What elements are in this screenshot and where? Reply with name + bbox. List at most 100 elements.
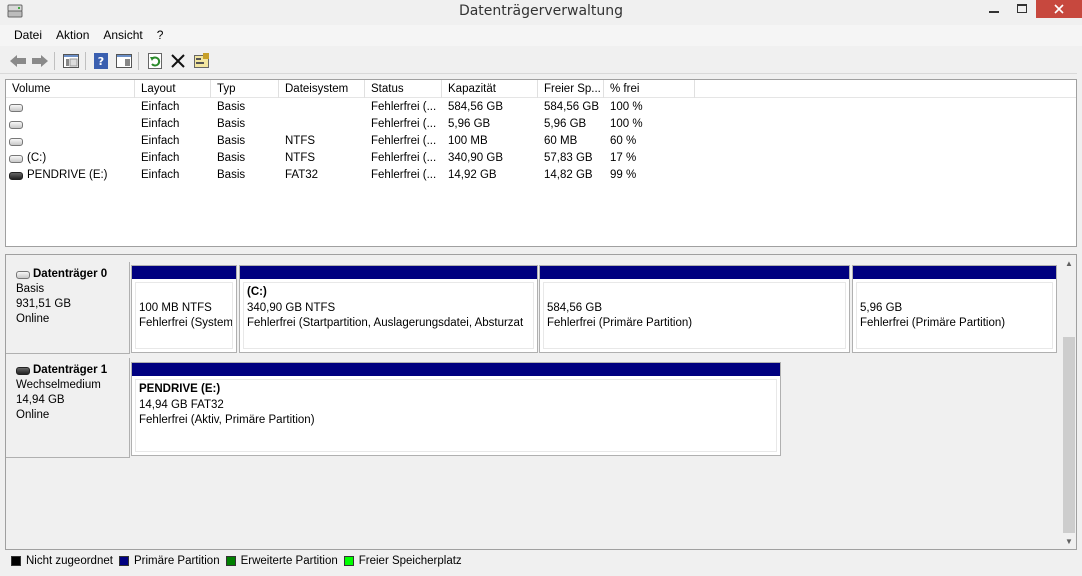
settings-icon (194, 53, 209, 68)
table-row[interactable]: Einfach Basis Fehlerfrei (... 5,96 GB 5,… (6, 116, 1076, 133)
prozent-frei-cell: 100 % (610, 118, 643, 130)
minimize-button[interactable] (980, 0, 1008, 18)
forward-arrow-icon (32, 55, 48, 67)
column-header-kapazitaet[interactable]: Kapazität (442, 80, 538, 98)
disk-state: Online (16, 409, 50, 421)
show-hide-icon (116, 54, 132, 68)
freier-speicher-cell: 14,82 GB (544, 169, 593, 181)
primary-partition-band (132, 266, 236, 279)
legend-swatch (343, 556, 354, 566)
partition-size: 5,96 GB (860, 301, 903, 314)
column-header-layout[interactable]: Layout (135, 80, 211, 98)
typ-cell: Basis (217, 152, 246, 164)
help-icon: ? (94, 53, 108, 69)
kapazitaet-cell: 14,92 GB (448, 169, 497, 181)
menu-datei[interactable]: Datei (7, 25, 49, 46)
partition-size: 584,56 GB (547, 301, 602, 314)
disk-info-1[interactable]: Datenträger 1 Wechselmedium 14,94 GB Onl… (6, 358, 130, 458)
dateisystem-cell: FAT32 (285, 169, 319, 181)
back-button[interactable] (8, 51, 28, 71)
menu-ansicht[interactable]: Ansicht (96, 25, 149, 46)
primary-partition-band (132, 363, 780, 376)
close-button[interactable] (1036, 0, 1082, 18)
close-icon (1054, 4, 1064, 14)
title-bar: Datenträgerverwaltung (0, 0, 1082, 24)
partition-size: 100 MB NTFS (139, 301, 212, 314)
disk-state: Online (16, 313, 50, 325)
partition-name (547, 285, 842, 301)
scrollbar-thumb[interactable] (1063, 337, 1075, 533)
partition-584gb[interactable]: 584,56 GB Fehlerfrei (Primäre Partition) (539, 265, 850, 353)
status-cell: Fehlerfrei (... (371, 101, 437, 113)
table-row[interactable]: (C:) Einfach Basis NTFS Fehlerfrei (... … (6, 150, 1076, 167)
freier-speicher-cell: 5,96 GB (544, 118, 587, 130)
partition-name: (C:) (247, 286, 267, 298)
disk-graphical-view: Datenträger 0 Basis 931,51 GB Online 100… (5, 254, 1077, 550)
table-row[interactable]: Einfach Basis Fehlerfrei (... 584,56 GB … (6, 99, 1076, 116)
column-header-freier-speicher[interactable]: Freier Sp... (538, 80, 604, 98)
dateisystem-cell: NTFS (285, 152, 316, 164)
legend-item: Primäre Partition (118, 555, 220, 567)
partition-name (139, 285, 229, 301)
volume-list-header: Volume Layout Typ Dateisystem Status Kap… (6, 80, 1076, 98)
hard-disk-icon (16, 270, 30, 279)
menu-bar: Datei Aktion Ansicht ? (0, 25, 1082, 46)
refresh-button[interactable] (145, 51, 165, 71)
typ-cell: Basis (217, 101, 246, 113)
volume-name: (C:) (27, 152, 47, 164)
dateisystem-cell: NTFS (285, 135, 316, 147)
partition-pendrive[interactable]: PENDRIVE (E:) 14,94 GB FAT32 Fehlerfrei … (131, 362, 781, 456)
maximize-button[interactable] (1008, 0, 1036, 18)
hard-disk-icon (9, 154, 23, 163)
partition-status: Fehlerfrei (Aktiv, Primäre Partition) (139, 414, 315, 426)
partition-status: Fehlerfrei (Primäre Partition) (860, 317, 1006, 329)
table-row[interactable]: PENDRIVE (E:) Einfach Basis FAT32 Fehler… (6, 167, 1076, 184)
menu-aktion[interactable]: Aktion (49, 25, 96, 46)
vertical-scrollbar[interactable]: ▲ ▼ (1061, 255, 1076, 549)
column-header-typ[interactable]: Typ (211, 80, 279, 98)
prozent-frei-cell: 17 % (610, 152, 637, 164)
partition-c[interactable]: (C:) 340,90 GB NTFS Fehlerfrei (Startpar… (239, 265, 538, 353)
partition-system-reserved[interactable]: 100 MB NTFS Fehlerfrei (System (131, 265, 237, 353)
kapazitaet-cell: 100 MB (448, 135, 488, 147)
column-header-volume[interactable]: Volume (6, 80, 135, 98)
legend-label: Freier Speicherplatz (358, 555, 462, 567)
column-header-status[interactable]: Status (365, 80, 442, 98)
status-cell: Fehlerfrei (... (371, 169, 437, 181)
partition-name (860, 285, 1049, 301)
toolbar-separator (85, 52, 86, 70)
disk-size: 931,51 GB (16, 298, 71, 310)
column-header-prozent-frei[interactable]: % frei (604, 80, 695, 98)
legend-label: Erweiterte Partition (240, 555, 338, 567)
column-header-dateisystem[interactable]: Dateisystem (279, 80, 365, 98)
status-cell: Fehlerfrei (... (371, 152, 437, 164)
disk-row-1: Datenträger 1 Wechselmedium 14,94 GB Onl… (6, 358, 1060, 458)
properties-button[interactable] (61, 51, 81, 71)
show-hide-button[interactable] (114, 51, 134, 71)
maximize-icon (1017, 4, 1027, 13)
scroll-up-icon[interactable]: ▲ (1061, 255, 1076, 271)
partition-status: Fehlerfrei (Startpartition, Auslagerungs… (247, 317, 524, 329)
delete-button[interactable] (168, 51, 188, 71)
disk-row-0: Datenträger 0 Basis 931,51 GB Online 100… (6, 262, 1060, 354)
disk-info-0[interactable]: Datenträger 0 Basis 931,51 GB Online (6, 262, 130, 354)
kapazitaet-cell: 340,90 GB (448, 152, 503, 164)
menu-help[interactable]: ? (150, 25, 171, 46)
legend: Nicht zugeordnet Primäre Partition Erwei… (5, 551, 1077, 571)
toolbar-separator (54, 52, 55, 70)
delete-icon (171, 54, 185, 68)
legend-swatch (118, 556, 129, 566)
help-button[interactable]: ? (91, 51, 111, 71)
scroll-down-icon[interactable]: ▼ (1061, 533, 1076, 549)
legend-item: Freier Speicherplatz (343, 555, 462, 567)
settings-button[interactable] (192, 51, 212, 71)
partition-status: Fehlerfrei (System (139, 317, 233, 329)
layout-cell: Einfach (141, 118, 180, 130)
primary-partition-band (540, 266, 849, 279)
table-row[interactable]: Einfach Basis NTFS Fehlerfrei (... 100 M… (6, 133, 1076, 150)
prozent-frei-cell: 60 % (610, 135, 637, 147)
forward-button[interactable] (30, 51, 50, 71)
hard-disk-icon (9, 103, 23, 112)
partition-5gb[interactable]: 5,96 GB Fehlerfrei (Primäre Partition) (852, 265, 1057, 353)
status-cell: Fehlerfrei (... (371, 135, 437, 147)
